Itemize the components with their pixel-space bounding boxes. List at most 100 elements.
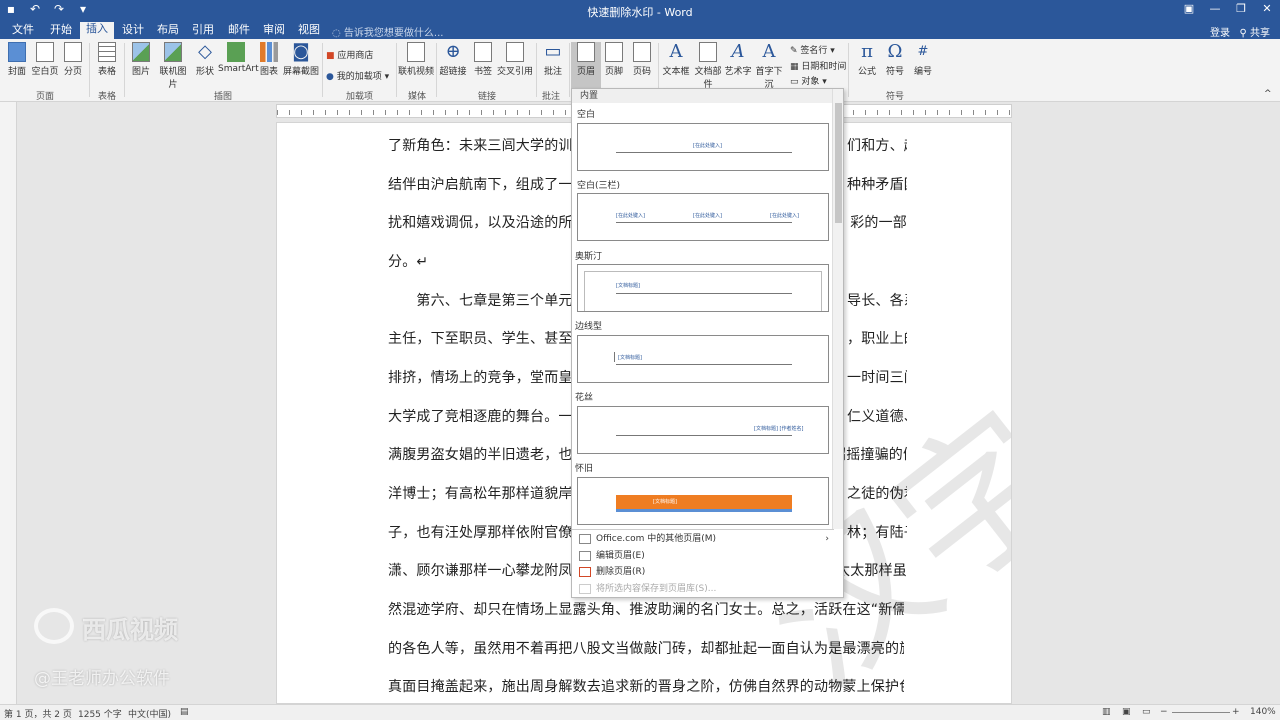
- zoom-out-icon[interactable]: −: [1160, 707, 1168, 717]
- table-icon: [98, 42, 116, 62]
- menu-item-label: 编辑页眉(E): [596, 551, 645, 561]
- minimize-icon[interactable]: —: [1202, 0, 1228, 20]
- edit-header-menu-item[interactable]: 编辑页眉(E): [577, 548, 837, 564]
- collapse-ribbon-icon[interactable]: ^: [1264, 89, 1272, 99]
- tab-design[interactable]: 设计: [116, 23, 150, 39]
- scrollbar-thumb[interactable]: [835, 103, 842, 223]
- gallery-item-blank-three-column[interactable]: [在此处键入] [在此处键入] [在此处键入]: [577, 193, 829, 241]
- placeholder-text: [文档标题]: [616, 283, 640, 289]
- read-mode-icon[interactable]: ▥: [1102, 707, 1111, 717]
- blank-page-button[interactable]: 空白页: [30, 42, 60, 77]
- tab-references[interactable]: 引用: [186, 23, 220, 39]
- group-separator: [536, 43, 537, 97]
- menu-item-label: 将所选内容保存到页眉库(S)...: [596, 584, 717, 594]
- online-picture-button[interactable]: 联机图片: [156, 42, 190, 90]
- page-number-button[interactable]: 页码: [627, 42, 657, 77]
- calendar-icon: ▦: [790, 62, 802, 72]
- hyperlink-button[interactable]: ⊕ 超链接: [438, 42, 468, 78]
- share-button[interactable]: ⚲ 共享: [1239, 24, 1270, 39]
- signature-line-button[interactable]: ✎ 签名行 ▾: [790, 43, 835, 56]
- bookmark-icon: [474, 42, 492, 62]
- zoom-level[interactable]: 140%: [1250, 707, 1276, 717]
- office-icon: [579, 533, 591, 544]
- group-label-pages: 页面: [36, 92, 55, 102]
- textbox-button[interactable]: A 文本框: [660, 42, 692, 78]
- ribbon-display-icon[interactable]: ▣: [1176, 0, 1202, 20]
- wordart-button[interactable]: A 艺术字: [724, 42, 752, 78]
- smartart-button[interactable]: SmartArt: [218, 42, 259, 74]
- quick-parts-button[interactable]: 文档部件: [692, 42, 724, 90]
- tell-me-input[interactable]: ◌ 告诉我您想要做什么...: [332, 24, 443, 39]
- tab-home[interactable]: 开始: [44, 23, 78, 39]
- restore-icon[interactable]: ❐: [1228, 0, 1254, 20]
- gallery-item-filigree[interactable]: [文档标题] [作者姓名]: [577, 406, 829, 454]
- remove-header-menu-item[interactable]: 删除页眉(R): [577, 564, 837, 580]
- share-label: 共享: [1250, 28, 1270, 39]
- zoom-in-icon[interactable]: +: [1232, 707, 1240, 717]
- web-layout-icon[interactable]: ▭: [1142, 707, 1151, 717]
- symbol-button[interactable]: Ω 符号: [880, 42, 910, 78]
- video-author: @王老师办公软件: [34, 669, 170, 689]
- gallery-scrollbar[interactable]: [832, 89, 843, 529]
- datetime-button[interactable]: ▦ 日期和时间: [790, 59, 846, 72]
- store-button[interactable]: ■ 应用商店: [326, 48, 373, 61]
- tab-insert[interactable]: 插入: [80, 22, 114, 39]
- my-addins-label: 我的加载项: [336, 72, 382, 82]
- tab-view[interactable]: 视图: [292, 23, 326, 39]
- person-icon: ⚲: [1239, 28, 1250, 39]
- more-headers-office-menu-item[interactable]: Office.com 中的其他页眉(M) ›: [577, 531, 837, 547]
- addins-icon: ●: [326, 72, 337, 82]
- cross-reference-label: 交叉引用: [496, 67, 533, 77]
- my-addins-button[interactable]: ● 我的加载项 ▾: [326, 69, 389, 82]
- group-separator: [322, 43, 323, 97]
- page-count[interactable]: 第 1 页，共 2 页: [4, 707, 72, 720]
- object-button[interactable]: ▭ 对象 ▾: [790, 74, 827, 87]
- quick-parts-label: 文档部件: [694, 67, 722, 90]
- cover-button[interactable]: 封面: [2, 42, 32, 77]
- close-icon[interactable]: ✕: [1254, 0, 1280, 20]
- menu-item-label: Office.com 中的其他页眉(M): [596, 534, 717, 544]
- footer-button[interactable]: 页脚: [599, 42, 629, 77]
- screenshot-button[interactable]: ◙ 屏幕截图: [282, 42, 320, 78]
- tab-layout[interactable]: 布局: [151, 23, 185, 39]
- group-label-media: 媒体: [408, 92, 427, 102]
- dropcap-button[interactable]: A 首字下沉: [752, 42, 786, 91]
- doc-line: 的各色人等，虽然用不着再把八股文当做敲门砖，却都扯起一面自认为是最漂亮的旗帜，将: [388, 641, 904, 657]
- cross-reference-button[interactable]: 交叉引用: [496, 42, 534, 77]
- word-count[interactable]: 1255 个字: [78, 707, 122, 720]
- print-layout-icon[interactable]: ▣: [1122, 707, 1131, 717]
- tab-review[interactable]: 审阅: [257, 23, 291, 39]
- gallery-item-sideline[interactable]: [文档标题]: [577, 335, 829, 383]
- shapes-button[interactable]: ◇ 形状: [190, 42, 220, 78]
- sideline-bar: [614, 352, 615, 362]
- zoom-slider[interactable]: [1172, 712, 1230, 713]
- gallery-item-blank[interactable]: [在此处键入]: [577, 123, 829, 171]
- gallery-item-label: 空白(三栏): [577, 181, 621, 191]
- equation-button[interactable]: π 公式: [852, 42, 882, 78]
- doc-line: 真面目掩盖起来，施出周身解数去追求新的晋身之阶，仿佛自然界的动物蒙上保护色，追求: [388, 679, 904, 695]
- table-button[interactable]: 表格: [92, 42, 122, 77]
- number-button[interactable]: # 编号: [908, 42, 938, 77]
- comment-button[interactable]: ▭ 批注: [538, 42, 568, 78]
- header-button[interactable]: 页眉: [571, 42, 601, 90]
- macro-icon[interactable]: ▤: [180, 707, 189, 717]
- tab-mailings[interactable]: 邮件: [222, 23, 256, 39]
- tab-file[interactable]: 文件: [6, 23, 40, 39]
- placeholder-text: [文档标题]: [653, 499, 677, 505]
- online-video-button[interactable]: 联机视频: [398, 42, 434, 77]
- smartart-label: SmartArt: [218, 64, 259, 74]
- chart-button[interactable]: 图表: [254, 42, 284, 77]
- picture-button[interactable]: 图片: [126, 42, 156, 77]
- language[interactable]: 中文(中国): [128, 707, 171, 720]
- number-label: 编号: [913, 67, 932, 77]
- quick-parts-icon: [699, 42, 717, 62]
- gallery-item-label: 怀旧: [575, 464, 594, 474]
- picture-icon: [132, 42, 150, 62]
- gallery-item-label: 空白: [577, 110, 596, 120]
- gallery-item-retrospect[interactable]: [文档标题]: [577, 477, 829, 525]
- login-link[interactable]: 登录: [1210, 24, 1230, 39]
- window-controls: ▣ — ❐ ✕: [1176, 0, 1280, 20]
- bookmark-button[interactable]: 书签: [468, 42, 498, 77]
- page-break-button[interactable]: 分页: [58, 42, 88, 77]
- gallery-item-austin[interactable]: [文档标题]: [577, 264, 829, 312]
